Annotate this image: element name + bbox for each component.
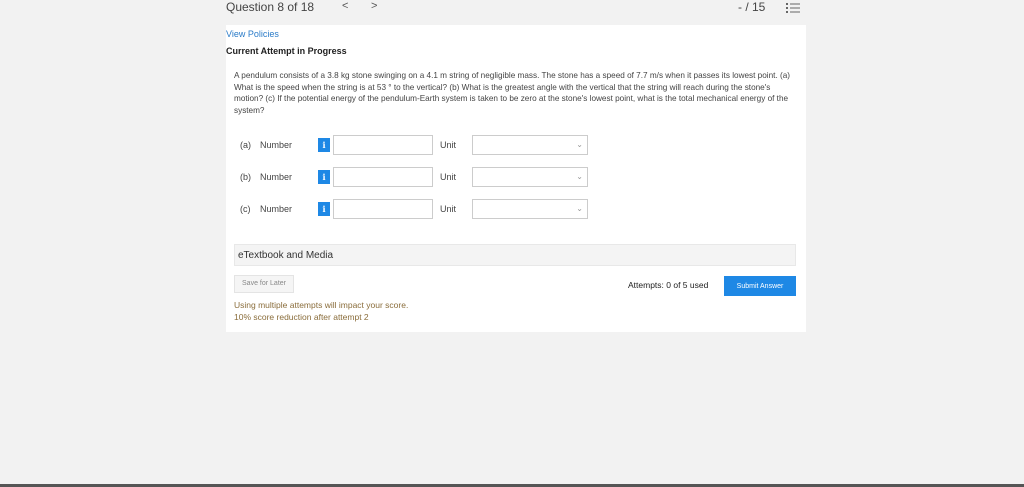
number-input-a[interactable] — [333, 135, 433, 155]
etextbook-media-panel[interactable]: eTextbook and Media — [234, 244, 796, 266]
view-policies-link[interactable]: View Policies — [226, 29, 279, 39]
number-input-b[interactable] — [333, 167, 433, 187]
attempts-warning: Using multiple attempts will impact your… — [234, 300, 409, 310]
unit-select-a[interactable]: ⌄ — [472, 135, 588, 155]
list-icon[interactable] — [786, 2, 800, 14]
score-display: - / 15 — [738, 0, 766, 14]
part-label: (c) — [240, 204, 251, 214]
number-label: Number — [260, 140, 293, 150]
answer-row-a: (a) Number i Unit ⌄ — [234, 135, 594, 157]
unit-select-c[interactable]: ⌄ — [472, 199, 588, 219]
chevron-down-icon: ⌄ — [576, 140, 583, 149]
part-label: (b) — [240, 172, 251, 182]
unit-label: Unit — [440, 172, 457, 182]
answer-row-c: (c) Number i Unit ⌄ — [234, 199, 594, 221]
question-counter: Question 8 of 18 — [226, 0, 315, 14]
number-label: Number — [260, 204, 293, 214]
unit-select-b[interactable]: ⌄ — [472, 167, 588, 187]
unit-label: Unit — [440, 140, 457, 150]
answer-row-b: (b) Number i Unit ⌄ — [234, 167, 594, 189]
part-label: (a) — [240, 140, 251, 150]
score-reduction-note: 10% score reduction after attempt 2 — [234, 312, 369, 322]
attempts-counter: Attempts: 0 of 5 used — [628, 280, 709, 290]
submit-answer-button[interactable]: Submit Answer — [724, 276, 796, 296]
chevron-down-icon: ⌄ — [576, 172, 583, 181]
info-icon[interactable]: i — [318, 202, 330, 216]
info-icon[interactable]: i — [318, 138, 330, 152]
info-icon[interactable]: i — [318, 170, 330, 184]
question-text: A pendulum consists of a 3.8 kg stone sw… — [234, 71, 790, 115]
next-question-button[interactable]: > — [371, 0, 377, 12]
chevron-down-icon: ⌄ — [576, 204, 583, 213]
unit-label: Unit — [440, 204, 457, 214]
etextbook-media-label: eTextbook and Media — [238, 250, 334, 261]
attempt-status: Current Attempt in Progress — [226, 46, 347, 56]
top-bar: Question 8 of 18 < > - / 15 — [0, 0, 1024, 16]
question-card: View Policies Current Attempt in Progres… — [226, 25, 806, 332]
previous-question-button[interactable]: < — [342, 0, 348, 12]
save-for-later-button[interactable]: Save for Later — [234, 275, 294, 293]
number-input-c[interactable] — [333, 199, 433, 219]
number-label: Number — [260, 172, 293, 182]
